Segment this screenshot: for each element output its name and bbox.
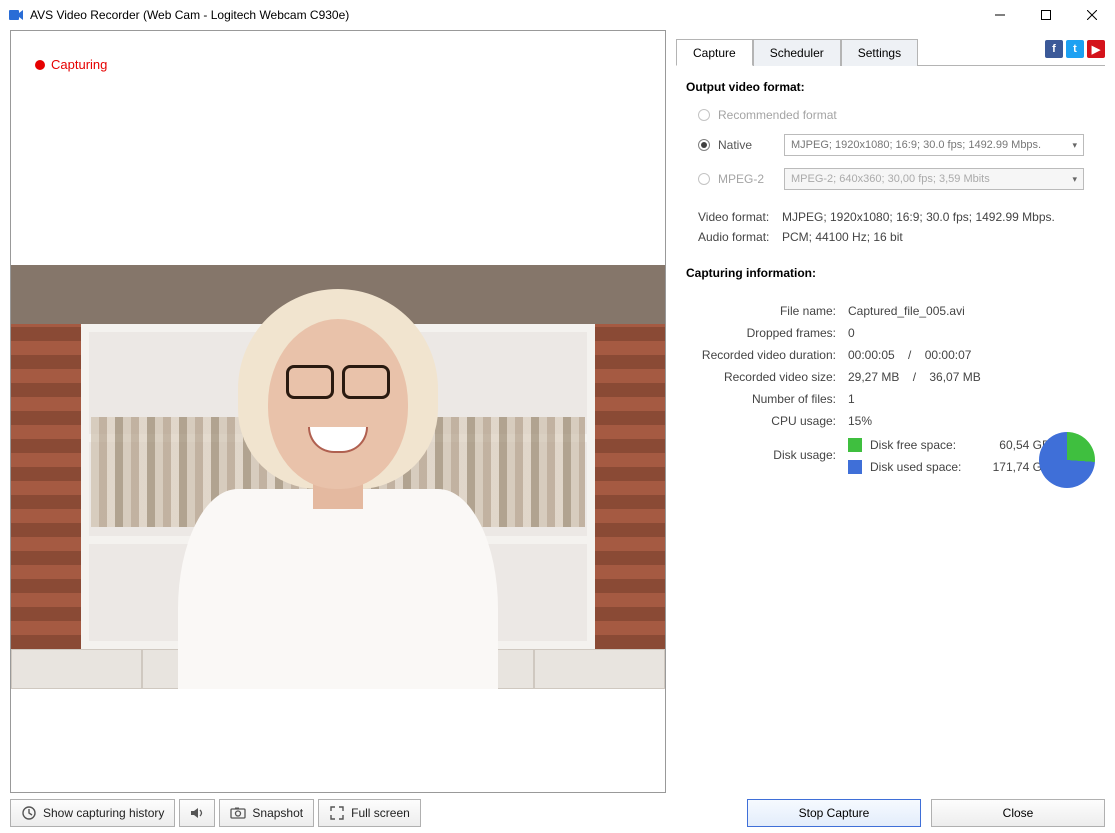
- numfiles-value: 1: [848, 392, 855, 406]
- fullscreen-button[interactable]: Full screen: [318, 799, 421, 827]
- video-preview: [11, 31, 665, 792]
- close-button[interactable]: Close: [931, 799, 1105, 827]
- close-label: Close: [1003, 806, 1034, 820]
- stop-capture-label: Stop Capture: [799, 806, 870, 820]
- duration-value: 00:00:05 / 00:00:07: [848, 348, 971, 362]
- tab-settings[interactable]: Settings: [841, 39, 918, 66]
- fullscreen-label: Full screen: [351, 806, 410, 820]
- bottom-toolbar: Show capturing history Snapshot Full scr…: [10, 799, 1105, 827]
- swatch-used-icon: [848, 460, 862, 474]
- chevron-down-icon: ▾: [1072, 174, 1077, 185]
- radio-recommended-label: Recommended format: [718, 108, 837, 122]
- speaker-icon: [189, 805, 205, 821]
- size-value: 29,27 MB / 36,07 MB: [848, 370, 981, 384]
- history-label: Show capturing history: [43, 806, 164, 820]
- radio-recommended[interactable]: [698, 109, 710, 121]
- facebook-icon[interactable]: f: [1045, 40, 1063, 58]
- disk-label: Disk usage:: [686, 448, 836, 462]
- radio-mpeg2-label: MPEG-2: [718, 172, 772, 186]
- record-dot-icon: [35, 60, 45, 70]
- disk-used-label: Disk used space:: [870, 460, 980, 474]
- settings-pane: f t ▶ Capture Scheduler Settings Output …: [676, 30, 1105, 793]
- capturing-indicator: Capturing: [35, 57, 107, 72]
- tab-scheduler[interactable]: Scheduler: [753, 39, 841, 66]
- filename-value: Captured_file_005.avi: [848, 304, 965, 318]
- dropped-label: Dropped frames:: [686, 326, 836, 340]
- titlebar: AVS Video Recorder (Web Cam - Logitech W…: [0, 0, 1115, 30]
- disk-free-label: Disk free space:: [870, 438, 980, 452]
- cpu-label: CPU usage:: [686, 414, 836, 428]
- social-icons: f t ▶: [1045, 40, 1105, 58]
- tab-capture[interactable]: Capture: [676, 39, 753, 66]
- duration-label: Recorded video duration:: [686, 348, 836, 362]
- audio-button[interactable]: [179, 799, 215, 827]
- twitter-icon[interactable]: t: [1066, 40, 1084, 58]
- swatch-free-icon: [848, 438, 862, 452]
- capture-panel: Output video format: Recommended format …: [676, 66, 1105, 474]
- capture-info-header: Capturing information:: [686, 266, 1105, 280]
- video-format-label: Video format:: [698, 210, 782, 224]
- maximize-button[interactable]: [1023, 0, 1069, 30]
- combo-native[interactable]: MJPEG; 1920x1080; 16:9; 30.0 fps; 1492.9…: [784, 134, 1084, 156]
- show-history-button[interactable]: Show capturing history: [10, 799, 175, 827]
- video-format-value: MJPEG; 1920x1080; 16:9; 30.0 fps; 1492.9…: [782, 210, 1055, 224]
- chevron-down-icon: ▾: [1072, 140, 1077, 151]
- close-window-button[interactable]: [1069, 0, 1115, 30]
- fullscreen-icon: [329, 805, 345, 821]
- stop-capture-button[interactable]: Stop Capture: [747, 799, 921, 827]
- snapshot-button[interactable]: Snapshot: [219, 799, 314, 827]
- numfiles-label: Number of files:: [686, 392, 836, 406]
- minimize-button[interactable]: [977, 0, 1023, 30]
- snapshot-label: Snapshot: [252, 806, 303, 820]
- size-label: Recorded video size:: [686, 370, 836, 384]
- window-title: AVS Video Recorder (Web Cam - Logitech W…: [30, 8, 349, 22]
- window-controls: [977, 0, 1115, 30]
- radio-mpeg2[interactable]: [698, 173, 710, 185]
- cpu-value: 15%: [848, 414, 872, 428]
- video-preview-pane: Capturing: [10, 30, 666, 793]
- history-icon: [21, 805, 37, 821]
- radio-native-label: Native: [718, 138, 772, 152]
- tabs: Capture Scheduler Settings: [676, 38, 1105, 66]
- audio-format-value: PCM; 44100 Hz; 16 bit: [782, 230, 903, 244]
- capturing-label: Capturing: [51, 57, 107, 72]
- disk-usage-pie-icon: [1039, 432, 1095, 488]
- dropped-value: 0: [848, 326, 855, 340]
- youtube-icon[interactable]: ▶: [1087, 40, 1105, 58]
- camera-icon: [230, 805, 246, 821]
- radio-native[interactable]: [698, 139, 710, 151]
- combo-mpeg2[interactable]: MPEG-2; 640x360; 30,00 fps; 3,59 Mbits ▾: [784, 168, 1084, 190]
- filename-label: File name:: [686, 304, 836, 318]
- output-format-header: Output video format:: [686, 80, 1105, 94]
- audio-format-label: Audio format:: [698, 230, 782, 244]
- app-icon: [8, 7, 24, 23]
- disk-free-value: 60,54 GB: [980, 438, 1050, 452]
